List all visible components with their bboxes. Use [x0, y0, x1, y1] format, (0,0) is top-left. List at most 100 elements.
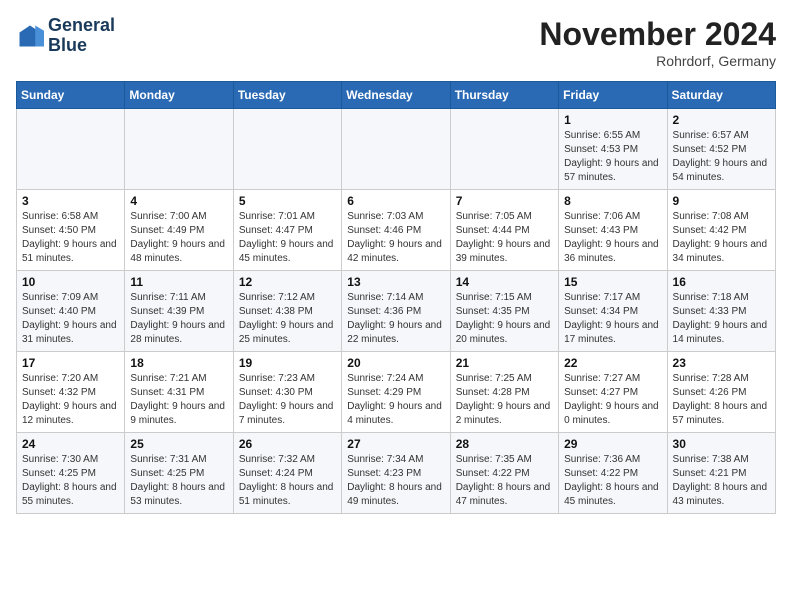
calendar-cell: 14 Sunrise: 7:15 AMSunset: 4:35 PMDayligh…	[450, 271, 558, 352]
day-info: Sunrise: 7:01 AMSunset: 4:47 PMDaylight:…	[239, 210, 336, 266]
day-number: 17	[22, 356, 119, 370]
calendar-cell: 7Sunrise: 7:05 AMSunset: 4:44 PMDaylight…	[450, 190, 558, 271]
calendar-cell: 2 Sunrise: 6:57 AMSunset: 4:52 PMDaylight…	[667, 109, 775, 190]
calendar-cell	[125, 109, 233, 190]
calendar-cell: 19Sunrise: 7:23 AMSunset: 4:30 PMDayligh…	[233, 352, 341, 433]
day-number: 26	[239, 437, 336, 451]
day-number: 22	[564, 356, 661, 370]
day-number: 12	[239, 275, 336, 289]
day-number: 24	[22, 437, 119, 451]
calendar-cell: 21 Sunrise: 7:25 AMSunset: 4:28 PMDayligh…	[450, 352, 558, 433]
day-number: 6	[347, 194, 444, 208]
day-info: Sunrise: 7:09 AMSunset: 4:40 PMDaylight:…	[22, 291, 119, 347]
title-section: November 2024 Rohrdorf, Germany	[539, 16, 776, 69]
weekday-header: Sunday	[17, 82, 125, 109]
calendar-cell: 1 Sunrise: 6:55 AMSunset: 4:53 PMDaylight…	[559, 109, 667, 190]
month-title: November 2024	[539, 16, 776, 53]
day-number: 16	[673, 275, 770, 289]
calendar-cell: 17 Sunrise: 7:20 AMSunset: 4:32 PMDayligh…	[17, 352, 125, 433]
calendar-cell	[342, 109, 450, 190]
calendar-cell: 8Sunrise: 7:06 AMSunset: 4:43 PMDaylight…	[559, 190, 667, 271]
calendar-cell: 20 Sunrise: 7:24 AMSunset: 4:29 PMDayligh…	[342, 352, 450, 433]
day-number: 19	[239, 356, 336, 370]
day-number: 11	[130, 275, 227, 289]
calendar-cell: 6 Sunrise: 7:03 AMSunset: 4:46 PMDaylight…	[342, 190, 450, 271]
calendar-cell: 3 Sunrise: 6:58 AMSunset: 4:50 PMDaylight…	[17, 190, 125, 271]
calendar-cell: 27Sunrise: 7:34 AMSunset: 4:23 PMDayligh…	[342, 433, 450, 514]
day-info: Sunrise: 6:57 AMSunset: 4:52 PMDaylight:…	[673, 129, 770, 185]
calendar-cell: 9 Sunrise: 7:08 AMSunset: 4:42 PMDaylight…	[667, 190, 775, 271]
calendar-table: SundayMondayTuesdayWednesdayThursdayFrid…	[16, 81, 776, 514]
day-number: 15	[564, 275, 661, 289]
calendar-cell: 10 Sunrise: 7:09 AMSunset: 4:40 PMDayligh…	[17, 271, 125, 352]
calendar-cell: 15 Sunrise: 7:17 AMSunset: 4:34 PMDayligh…	[559, 271, 667, 352]
day-number: 18	[130, 356, 227, 370]
calendar-cell: 30 Sunrise: 7:38 AMSunset: 4:21 PMDayligh…	[667, 433, 775, 514]
day-number: 25	[130, 437, 227, 451]
location: Rohrdorf, Germany	[539, 53, 776, 69]
weekday-header-row: SundayMondayTuesdayWednesdayThursdayFrid…	[17, 82, 776, 109]
calendar-cell: 12 Sunrise: 7:12 AMSunset: 4:38 PMDayligh…	[233, 271, 341, 352]
day-info: Sunrise: 7:03 AMSunset: 4:46 PMDaylight:…	[347, 210, 444, 266]
day-info: Sunrise: 7:12 AMSunset: 4:38 PMDaylight:…	[239, 291, 336, 347]
weekday-header: Tuesday	[233, 82, 341, 109]
day-info: Sunrise: 7:28 AMSunset: 4:26 PMDaylight:…	[673, 372, 770, 428]
calendar-body: 1 Sunrise: 6:55 AMSunset: 4:53 PMDaylight…	[17, 109, 776, 514]
logo-icon	[16, 22, 44, 50]
day-info: Sunrise: 6:58 AMSunset: 4:50 PMDaylight:…	[22, 210, 119, 266]
weekday-header: Monday	[125, 82, 233, 109]
calendar-cell	[233, 109, 341, 190]
day-number: 2	[673, 113, 770, 127]
day-number: 14	[456, 275, 553, 289]
day-number: 10	[22, 275, 119, 289]
page-header: General Blue November 2024 Rohrdorf, Ger…	[16, 16, 776, 69]
day-info: Sunrise: 7:31 AMSunset: 4:25 PMDaylight:…	[130, 453, 227, 509]
day-info: Sunrise: 7:32 AMSunset: 4:24 PMDaylight:…	[239, 453, 336, 509]
calendar-header: SundayMondayTuesdayWednesdayThursdayFrid…	[17, 82, 776, 109]
day-info: Sunrise: 7:00 AMSunset: 4:49 PMDaylight:…	[130, 210, 227, 266]
weekday-header: Wednesday	[342, 82, 450, 109]
day-info: Sunrise: 7:20 AMSunset: 4:32 PMDaylight:…	[22, 372, 119, 428]
day-info: Sunrise: 7:08 AMSunset: 4:42 PMDaylight:…	[673, 210, 770, 266]
day-info: Sunrise: 7:14 AMSunset: 4:36 PMDaylight:…	[347, 291, 444, 347]
day-info: Sunrise: 6:55 AMSunset: 4:53 PMDaylight:…	[564, 129, 661, 185]
calendar-cell	[450, 109, 558, 190]
calendar-cell: 16 Sunrise: 7:18 AMSunset: 4:33 PMDayligh…	[667, 271, 775, 352]
day-info: Sunrise: 7:27 AMSunset: 4:27 PMDaylight:…	[564, 372, 661, 428]
calendar-cell: 11Sunrise: 7:11 AMSunset: 4:39 PMDayligh…	[125, 271, 233, 352]
day-info: Sunrise: 7:15 AMSunset: 4:35 PMDaylight:…	[456, 291, 553, 347]
day-number: 9	[673, 194, 770, 208]
day-info: Sunrise: 7:35 AMSunset: 4:22 PMDaylight:…	[456, 453, 553, 509]
day-info: Sunrise: 7:36 AMSunset: 4:22 PMDaylight:…	[564, 453, 661, 509]
day-number: 29	[564, 437, 661, 451]
calendar-cell: 18 Sunrise: 7:21 AMSunset: 4:31 PMDayligh…	[125, 352, 233, 433]
day-info: Sunrise: 7:17 AMSunset: 4:34 PMDaylight:…	[564, 291, 661, 347]
day-number: 30	[673, 437, 770, 451]
day-info: Sunrise: 7:21 AMSunset: 4:31 PMDaylight:…	[130, 372, 227, 428]
day-info: Sunrise: 7:30 AMSunset: 4:25 PMDaylight:…	[22, 453, 119, 509]
day-number: 4	[130, 194, 227, 208]
day-info: Sunrise: 7:38 AMSunset: 4:21 PMDaylight:…	[673, 453, 770, 509]
day-number: 7	[456, 194, 553, 208]
logo: General Blue	[16, 16, 115, 56]
weekday-header: Friday	[559, 82, 667, 109]
weekday-header: Saturday	[667, 82, 775, 109]
day-number: 1	[564, 113, 661, 127]
day-info: Sunrise: 7:34 AMSunset: 4:23 PMDaylight:…	[347, 453, 444, 509]
calendar-cell: 23 Sunrise: 7:28 AMSunset: 4:26 PMDayligh…	[667, 352, 775, 433]
day-number: 3	[22, 194, 119, 208]
calendar-week-row: 1 Sunrise: 6:55 AMSunset: 4:53 PMDaylight…	[17, 109, 776, 190]
day-info: Sunrise: 7:18 AMSunset: 4:33 PMDaylight:…	[673, 291, 770, 347]
day-number: 8	[564, 194, 661, 208]
day-info: Sunrise: 7:25 AMSunset: 4:28 PMDaylight:…	[456, 372, 553, 428]
calendar-week-row: 10 Sunrise: 7:09 AMSunset: 4:40 PMDayligh…	[17, 271, 776, 352]
day-number: 21	[456, 356, 553, 370]
calendar-cell	[17, 109, 125, 190]
logo-text: General Blue	[48, 16, 115, 56]
day-number: 13	[347, 275, 444, 289]
day-number: 20	[347, 356, 444, 370]
calendar-cell: 24 Sunrise: 7:30 AMSunset: 4:25 PMDayligh…	[17, 433, 125, 514]
weekday-header: Thursday	[450, 82, 558, 109]
day-number: 23	[673, 356, 770, 370]
day-info: Sunrise: 7:24 AMSunset: 4:29 PMDaylight:…	[347, 372, 444, 428]
